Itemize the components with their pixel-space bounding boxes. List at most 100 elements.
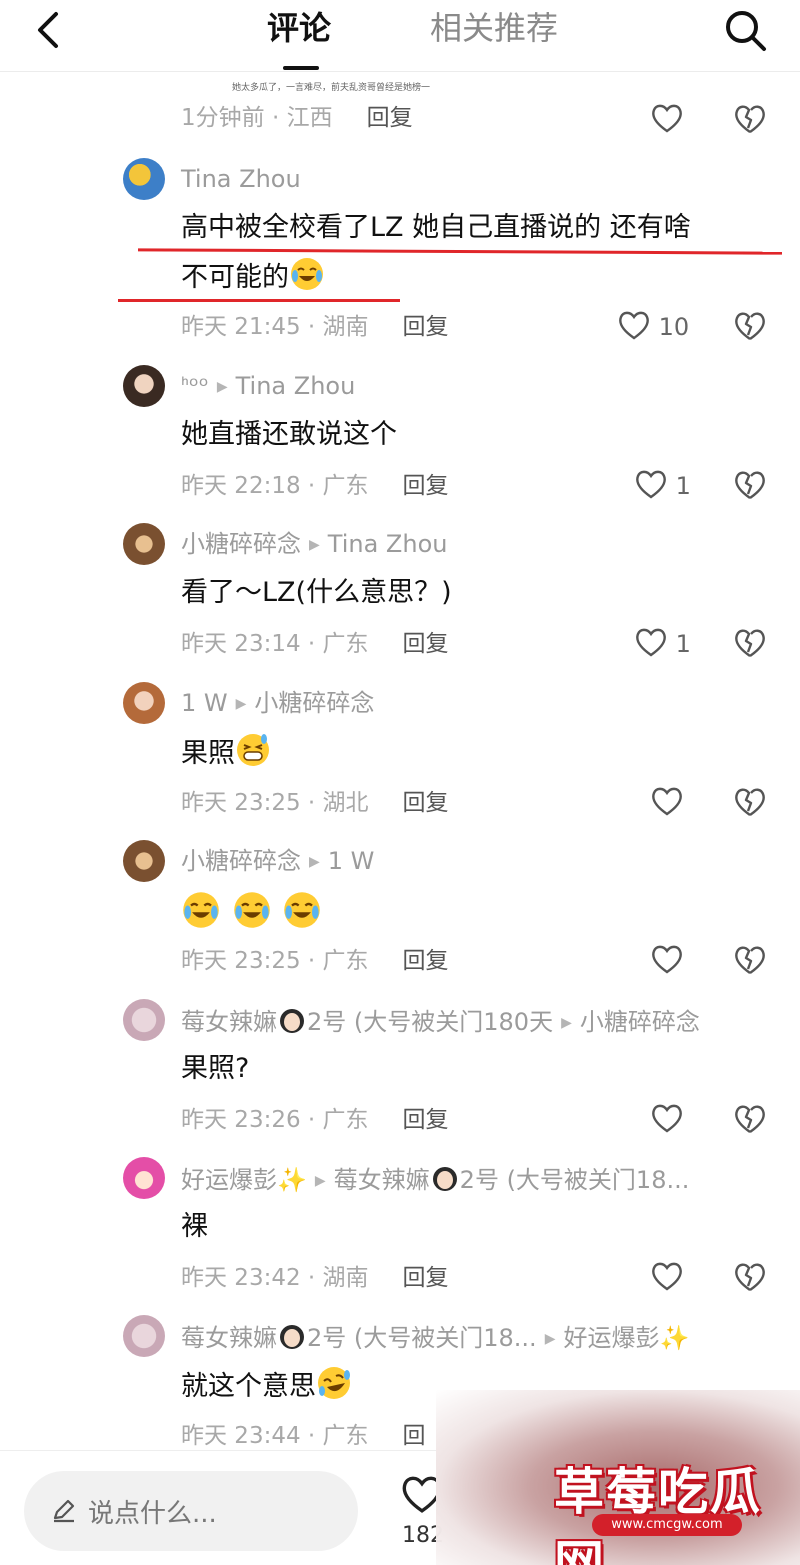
comment-text-line: 果照 — [181, 738, 235, 769]
broken-heart-icon — [735, 788, 765, 816]
dislike-button[interactable] — [733, 1102, 767, 1136]
comment-author[interactable]: 好运爆彭✨ ▶ 莓女辣嫲 2号 (大号被关门18... — [181, 1163, 689, 1196]
comment-text: 果照 — [181, 732, 271, 774]
comment-item: ᑋᵒᵒ ▶ Tina Zhou 她直播还敢说这个 昨天 22:18 · 广东 回复 1 — [0, 365, 800, 515]
author-name: 小糖碎碎念 — [181, 530, 301, 558]
reply-target-suffix: 2号 (大号被关门18... — [459, 1166, 690, 1194]
comment-author[interactable]: 1 W ▶ 小糖碎碎念 — [181, 688, 374, 719]
comment-meta: 昨天 22:18 · 广东 回复 — [181, 471, 449, 501]
like-button[interactable] — [650, 102, 684, 136]
heart-icon — [652, 787, 682, 816]
comment-time-location: 昨天 21:45 · 湖南 — [181, 314, 369, 340]
tab-comments[interactable]: 评论 — [267, 8, 331, 48]
broken-heart-icon — [735, 471, 765, 499]
comment-text: 果照? — [181, 1053, 250, 1084]
like-button[interactable]: 10 — [617, 309, 689, 343]
avatar[interactable] — [123, 1157, 165, 1199]
site-watermark: 草莓吃瓜网 www.cmcgw.com — [436, 1390, 800, 1565]
author-name: 莓女辣嫲 — [181, 1008, 277, 1036]
comment-author[interactable]: 小糖碎碎念 ▶ 1 W — [181, 846, 374, 877]
broken-heart-icon — [735, 312, 765, 340]
woman-face-emoji-icon — [432, 1167, 457, 1191]
like-button[interactable] — [650, 1102, 684, 1136]
comment-meta: 昨天 21:45 · 湖南 回复 — [181, 312, 449, 342]
reply-button[interactable]: 回复 — [403, 948, 449, 974]
reply-button[interactable]: 回 — [403, 1423, 426, 1449]
reply-arrow-icon: ▶ — [309, 537, 320, 553]
search-button[interactable] — [722, 6, 770, 54]
comment-author[interactable]: 莓女辣嫲 2号 (大号被关门180天 ▶ 小糖碎碎念 — [181, 1005, 700, 1038]
comment-author[interactable]: 小糖碎碎念 ▶ Tina Zhou — [181, 529, 447, 560]
reply-button[interactable]: 回复 — [367, 105, 413, 131]
like-button[interactable]: 1 — [634, 626, 691, 660]
reply-button[interactable]: 回复 — [403, 314, 449, 340]
reply-button[interactable]: 回复 — [403, 631, 449, 657]
like-button[interactable]: 1 — [634, 468, 691, 502]
avatar[interactable] — [123, 682, 165, 724]
comment-text — [181, 890, 322, 936]
like-count: 10 — [658, 313, 690, 341]
tab-recommend[interactable]: 相关推荐 — [430, 8, 558, 48]
broken-heart-icon — [735, 105, 765, 133]
avatar[interactable] — [123, 158, 165, 200]
crying-laughing-emoji-icon — [233, 892, 270, 928]
comment-author[interactable]: ᑋᵒᵒ ▶ Tina Zhou — [181, 371, 355, 402]
broken-heart-icon — [735, 946, 765, 974]
comment-text-line: 高中被全校看了LZ 她自己直播说的 还有啥 — [181, 212, 691, 243]
dislike-button[interactable] — [733, 1260, 767, 1294]
avatar[interactable] — [123, 1315, 165, 1357]
author-name: 小糖碎碎念 — [181, 847, 301, 875]
author-name-suffix: 2号 (大号被关门180天 — [307, 1008, 554, 1036]
avatar[interactable] — [123, 365, 165, 407]
reply-target: 好运爆彭 — [563, 1324, 660, 1352]
comment-meta: 昨天 23:14 · 广东 回复 — [181, 629, 449, 659]
comment-item: 1分钟前 · 江西 回复 — [0, 100, 800, 140]
comment-text: 她直播还敢说这个 — [181, 419, 397, 450]
avatar[interactable] — [123, 840, 165, 882]
like-button[interactable] — [650, 785, 684, 819]
search-icon — [726, 11, 766, 51]
back-button[interactable] — [30, 8, 70, 52]
author-name: Tina Zhou — [181, 165, 301, 193]
avatar[interactable] — [123, 999, 165, 1041]
author-name-suffix: 2号 (大号被关门18... — [307, 1324, 537, 1352]
comment-author[interactable]: 莓女辣嫲 2号 (大号被关门18... ▶ 好运爆彭✨ — [181, 1321, 689, 1354]
avatar[interactable] — [123, 523, 165, 565]
watermark-logo-text: 草莓吃瓜网 — [554, 1463, 762, 1565]
reply-button[interactable]: 回复 — [403, 473, 449, 499]
author-name: 1 W — [181, 689, 228, 717]
broken-heart-icon — [735, 1105, 765, 1133]
reply-button[interactable]: 回复 — [403, 790, 449, 816]
comment-author[interactable]: Tina Zhou — [181, 164, 301, 194]
comment-meta: 昨天 23:26 · 广东 回复 — [181, 1105, 449, 1135]
dislike-button[interactable] — [733, 943, 767, 977]
highlight-underline — [118, 299, 400, 302]
reply-arrow-icon: ▶ — [314, 1173, 326, 1189]
comment-item: 好运爆彭✨ ▶ 莓女辣嫲 2号 (大号被关门18... 裸 昨天 23:42 · 湖南… — [0, 1157, 800, 1307]
broken-heart-icon — [735, 1263, 765, 1291]
chevron-left-icon — [38, 12, 58, 48]
comment-item: 小糖碎碎念 ▶ Tina Zhou 看了～LZ(什么意思？) 昨天 23:14 · … — [0, 523, 800, 673]
comment-time-location: 昨天 23:42 · 湖南 — [181, 1265, 369, 1291]
reply-target: 莓女辣嫲 — [333, 1166, 430, 1194]
reply-button[interactable]: 回复 — [403, 1107, 449, 1133]
active-tab-indicator — [283, 66, 319, 70]
dislike-button[interactable] — [733, 309, 767, 343]
comment-input[interactable]: 说点什么... — [24, 1471, 358, 1551]
comment-text: 不可能的 — [181, 256, 325, 298]
comment-meta: 昨天 23:25 · 湖北 回复 — [181, 788, 449, 818]
watermark-url: www.cmcgw.com — [592, 1514, 742, 1536]
dislike-button[interactable] — [733, 102, 767, 136]
reply-button[interactable]: 回复 — [403, 1265, 449, 1291]
like-button[interactable] — [650, 943, 684, 977]
like-button[interactable] — [650, 1260, 684, 1294]
reply-arrow-icon: ▶ — [216, 379, 228, 395]
comment-text: 高中被全校看了LZ 她自己直播说的 还有啥 — [181, 208, 691, 248]
comment-item: 莓女辣嫲 2号 (大号被关门180天 ▶ 小糖碎碎念 果照? 昨天 23:26 · 广… — [0, 999, 800, 1149]
dislike-button[interactable] — [733, 785, 767, 819]
heart-icon — [652, 1104, 682, 1133]
dislike-button[interactable] — [733, 468, 767, 502]
sparkles-icon: ✨ — [277, 1166, 307, 1194]
dislike-button[interactable] — [733, 626, 767, 660]
reply-arrow-icon: ▶ — [235, 696, 247, 712]
